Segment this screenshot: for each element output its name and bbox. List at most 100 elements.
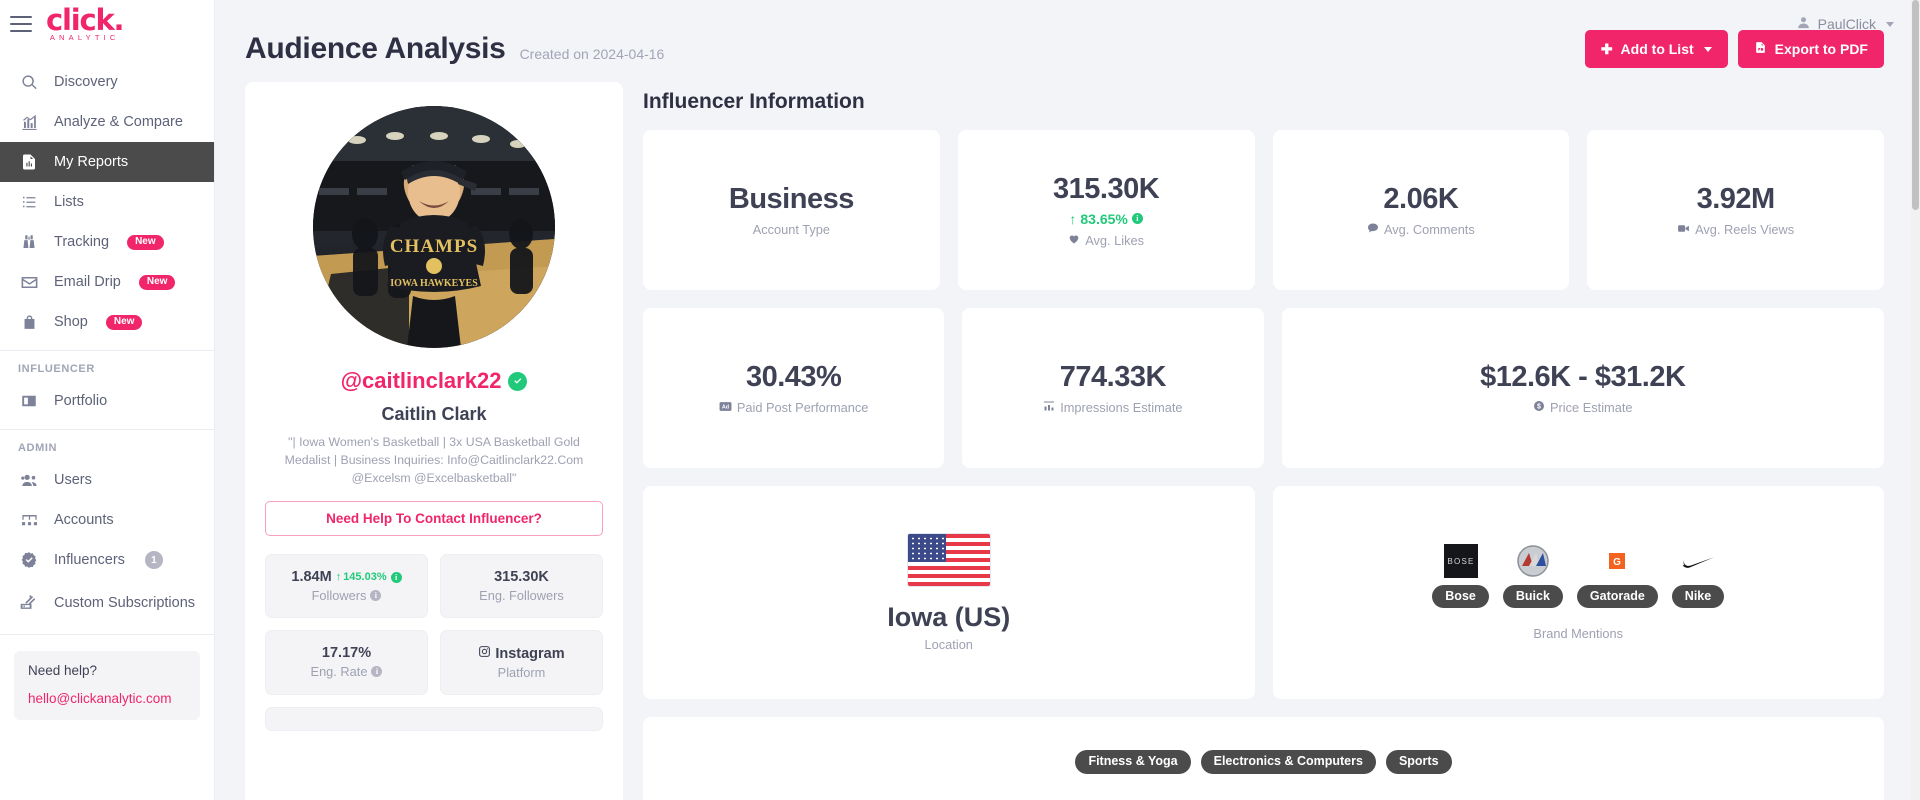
main-content: PaulClick Audience Analysis Created on 2… [215,0,1920,800]
brand-chip-label: Nike [1671,584,1725,609]
arrow-up-icon: ↑ [1069,210,1077,227]
location-label: Location [924,636,973,652]
user-name: PaulClick [1817,16,1876,32]
eng-followers-value: 315.30K [494,569,549,586]
info-icon[interactable]: i [371,666,383,678]
influencers-count-badge: 1 [144,551,163,569]
chevron-down-icon [1886,21,1894,27]
info-icon[interactable]: i [370,590,382,602]
sidebar-item-label: Discovery [54,74,118,90]
brand-chip-label: Gatorade [1576,584,1658,609]
add-to-list-button[interactable]: ✚ Add to List [1584,30,1728,68]
users-icon [18,469,40,491]
logo-tagline: ANALYTIC [49,33,120,43]
stat-label: Followers i [272,588,421,603]
sidebar-item-my-reports[interactable]: My Reports [0,142,214,182]
sidebar-item-label: Lists [54,194,84,210]
influencer-name: Caitlin Clark [381,404,487,424]
svg-text:G: G [1613,557,1621,568]
scrollbar-thumb[interactable] [1912,0,1919,210]
sidebar-item-users[interactable]: Users [0,460,214,500]
brand-chip-label: Buick [1502,584,1563,609]
avg-comments-label-row: Avg. Comments [1367,222,1475,237]
tag-chip[interactable]: Fitness & Yoga [1075,750,1191,774]
avg-likes-label-row: Avg. Likes [1068,233,1144,248]
avg-likes-label: Avg. Likes [1085,232,1145,248]
user-menu[interactable]: PaulClick [1796,0,1894,48]
dollar-icon: $ [1533,400,1545,415]
paid-post-label: Paid Post Performance [736,400,869,415]
sidebar-item-shop[interactable]: Shop New [0,302,214,342]
avg-reels-views-label: Avg. Reels Views [1695,222,1795,237]
contact-influencer-button[interactable]: Need Help To Contact Influencer? [265,501,603,537]
impressions-icon [1043,400,1055,415]
eng-followers-label: Eng. Followers [479,588,564,604]
location-panel: Iowa (US) Location [643,486,1255,699]
chevron-down-icon [1703,46,1712,52]
stat-card-price-estimate: $12.6K - $31.2K $ Price Estimate [1281,308,1884,468]
sidebar-item-custom-subscriptions[interactable]: Custom Subscriptions [0,580,214,626]
price-estimate-label-row: $ Price Estimate [1533,400,1633,415]
brand-mentions-panel: BOSE Bose Buick G Gatorade Nike Brand Me… [1272,486,1884,699]
followers-delta-value: 145.03% [343,571,387,584]
info-icon[interactable]: i [1131,213,1143,224]
app-logo[interactable]: click. ANALYTIC [46,6,125,43]
sidebar-item-influencers[interactable]: Influencers 1 [0,540,214,580]
bose-logo-icon: BOSE [1443,543,1478,578]
avg-likes-delta-value: 83.65% [1080,210,1128,227]
instagram-icon [478,645,491,662]
vertical-scrollbar[interactable] [1911,0,1920,800]
avg-reels-views-value: 3.92M [1696,182,1776,215]
bag-icon [18,311,40,333]
influencer-information-section: Influencer Information Business Account … [643,82,1884,800]
sidebar-item-label: Email Drip [54,274,121,290]
platform-label: Platform [497,665,546,681]
section-title: Influencer Information [643,90,865,113]
tag-chip[interactable]: Sports [1385,750,1452,774]
stat-card-avg-reels-views: 3.92M Avg. Reels Views [1587,130,1884,290]
sidebar-item-analyze-compare[interactable]: Analyze & Compare [0,102,214,142]
sidebar-item-portfolio[interactable]: Portfolio [0,381,214,421]
tag-chip[interactable]: Electronics & Computers [1200,750,1376,774]
new-badge: New [138,274,176,290]
eng-rate-value: 17.17% [321,645,372,662]
chart-icon [18,111,40,133]
report-icon [18,151,40,173]
help-email-link[interactable]: hello@clickanalytic.com [28,691,172,706]
sidebar-heading-influencer: INFLUENCER [18,363,95,375]
sidebar-item-email-drip[interactable]: Email Drip New [0,262,214,302]
binoculars-icon [18,231,40,253]
stats-row-1: Business Account Type 315.30K ↑ 83.65% i [643,130,1884,290]
ad-icon: Ad [719,400,732,415]
hamburger-menu-icon[interactable] [10,16,32,32]
platform-name: Instagram [495,645,565,662]
brand-item-buick[interactable]: Buick [1502,544,1563,609]
sidebar-item-label: Influencers [54,552,125,568]
sidebar-item-accounts[interactable]: Accounts [0,500,214,540]
content-area: CHAMPS IOWA HAWKEYES @caitlinclark22 Cai… [215,82,1920,800]
avg-likes-value: 315.30K [1053,172,1160,205]
list-icon [18,191,40,213]
page-header: Audience Analysis Created on 2024-04-16 … [215,0,1920,82]
sidebar-item-discovery[interactable]: Discovery [0,62,214,102]
brand-item-nike[interactable]: Nike [1671,544,1725,609]
add-to-list-label: Add to List [1620,41,1694,57]
sidebar-divider-3 [0,634,214,635]
sidebar-heading-admin: ADMIN [18,442,58,454]
account-type-label: Account Type [752,222,831,237]
stat-card-avg-likes: 315.30K ↑ 83.65% i Avg. Likes [957,130,1255,290]
stat-label: Eng. Rate i [272,664,421,679]
brand-item-gatorade[interactable]: G Gatorade [1576,544,1658,609]
stat-tile-followers: 1.84M ↑ 145.03% i Followers i [265,554,428,619]
brand-mentions-caption: Brand Mentions [1533,626,1624,642]
sidebar-item-label: My Reports [54,154,129,170]
accounts-icon [18,509,40,531]
info-icon[interactable]: i [390,571,402,583]
sidebar-item-label: Analyze & Compare [54,114,183,130]
brand-item-bose[interactable]: BOSE Bose [1432,543,1489,609]
followers-delta: ↑ 145.03% [336,571,387,583]
sidebar-item-lists[interactable]: Lists [0,182,214,222]
sidebar-item-tracking[interactable]: Tracking New [0,222,214,262]
impressions-label: Impressions Estimate [1060,400,1183,415]
followers-label: Followers [311,588,367,604]
